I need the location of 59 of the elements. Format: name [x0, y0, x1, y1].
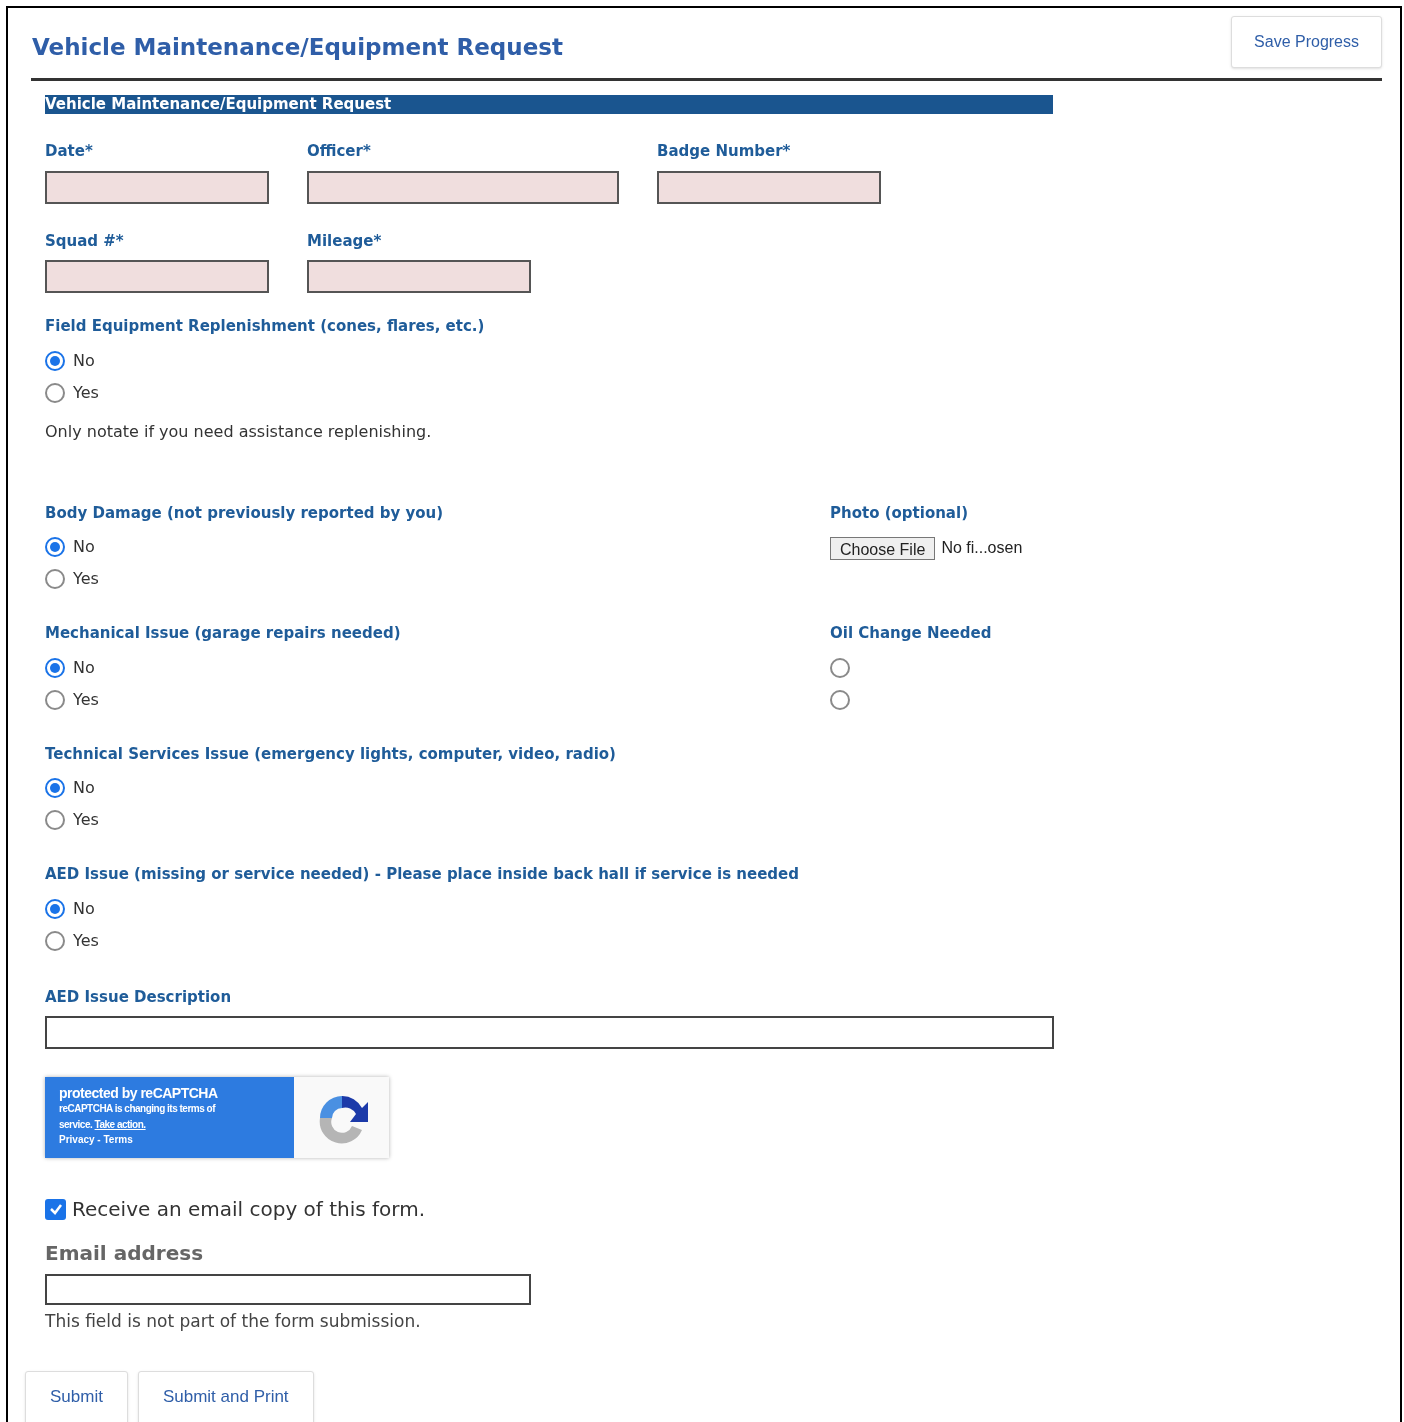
- submit-button[interactable]: Submit and Print: [137, 1370, 314, 1422]
- checkmark-icon: [48, 1202, 63, 1216]
- checkbox-label: Receive an email copy of this form.: [72, 1196, 426, 1223]
- field-label: Photo (optional): [830, 502, 969, 524]
- option-label: Yes: [73, 809, 99, 831]
- recaptcha-title: protected by reCAPTCHA: [59, 1085, 219, 1101]
- option-label: No: [73, 897, 95, 920]
- take-action-link[interactable]: Take action.: [94, 1119, 146, 1130]
- field-label: Squad #*: [45, 230, 125, 252]
- option-label: No: [73, 656, 95, 679]
- question-label: Mechanical Issue (garage repairs needed): [45, 623, 402, 644]
- field-label: Officer*: [307, 141, 372, 162]
- checkbox[interactable]: [45, 1198, 66, 1220]
- text-field[interactable]: [45, 260, 269, 293]
- radio-button[interactable]: [45, 569, 65, 589]
- field-label: Email address: [45, 1240, 205, 1267]
- field-label: Mileage*: [307, 230, 383, 252]
- question-label: AED Issue (missing or service needed) - Please place inside back hall if service is needed: [45, 864, 800, 885]
- option-label: Yes: [73, 381, 99, 404]
- option-label: No: [73, 349, 95, 372]
- recaptcha-message: reCAPTCHA is changing its terms of service. Take action.: [59, 1102, 217, 1132]
- option-label: No: [73, 536, 95, 558]
- radio-button[interactable]: [45, 689, 65, 710]
- file-status: No fi...osen: [941, 538, 1023, 558]
- question-label: Technical Services Issue (emergency lights, computer, video, radio): [45, 743, 617, 765]
- radio-button[interactable]: [45, 930, 65, 951]
- submit-button[interactable]: Submit: [25, 1370, 128, 1422]
- radio-button[interactable]: [45, 898, 65, 919]
- option-label: Yes: [73, 568, 99, 590]
- text-field[interactable]: [307, 170, 619, 204]
- radio-button[interactable]: [830, 689, 850, 710]
- text-field[interactable]: [657, 170, 881, 204]
- save-progress-button[interactable]: Save Progress: [1231, 16, 1382, 68]
- email-field[interactable]: [45, 1274, 531, 1305]
- radio-button[interactable]: [45, 350, 65, 371]
- help-text: This field is not part of the form submission.: [45, 1310, 422, 1333]
- radio-button[interactable]: [45, 778, 65, 798]
- question-label: Field Equipment Replenishment (cones, flares, etc.): [45, 316, 486, 337]
- page-title: Vehicle Maintenance/Equipment Request: [32, 33, 563, 62]
- text-field[interactable]: [45, 170, 269, 204]
- radio-button[interactable]: [45, 810, 65, 830]
- option-label: No: [73, 777, 95, 799]
- radio-button[interactable]: [830, 657, 850, 678]
- text-field[interactable]: [307, 260, 531, 293]
- radio-button[interactable]: [45, 657, 65, 678]
- radio-button[interactable]: [45, 382, 65, 403]
- option-label: Yes: [73, 929, 99, 952]
- recaptcha-footer[interactable]: Privacy - Terms: [59, 1133, 280, 1147]
- text-field[interactable]: [45, 1016, 1054, 1049]
- option-label: Yes: [73, 688, 99, 711]
- choose-file-button[interactable]: Choose File: [830, 536, 936, 560]
- field-label: Date*: [45, 141, 94, 162]
- radio-button[interactable]: [45, 537, 65, 557]
- field-label: Badge Number*: [657, 141, 792, 162]
- field-label: AED Issue Description: [45, 986, 233, 1008]
- field-label: Oil Change Needed: [830, 623, 992, 644]
- help-text: Only notate if you need assistance replenishing.: [45, 420, 433, 443]
- question-label: Body Damage (not previously reported by you): [45, 502, 445, 524]
- section-header: Vehicle Maintenance/Equipment Request: [45, 95, 1053, 114]
